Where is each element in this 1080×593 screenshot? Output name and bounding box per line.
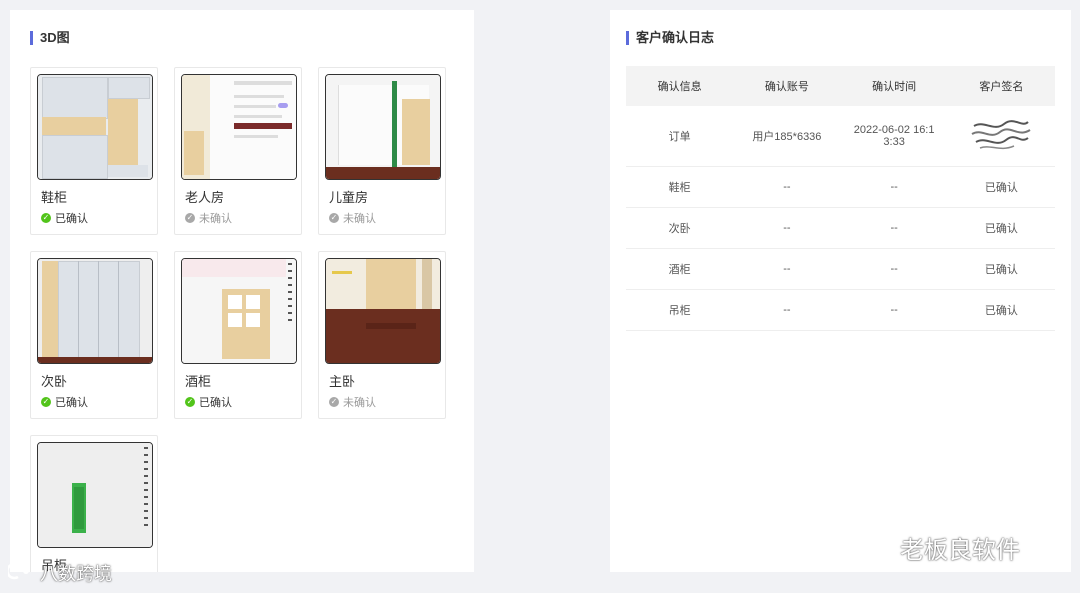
column-header: 确认信息 — [626, 66, 734, 106]
cell-signature: 已确认 — [947, 207, 1055, 249]
design-card-name: 酒柜 — [185, 374, 212, 389]
design-card-name: 老人房 — [185, 190, 225, 205]
cell-signature — [947, 106, 1055, 167]
cell-signature: 已确认 — [947, 289, 1055, 331]
column-header: 客户签名 — [947, 66, 1055, 106]
design-card-shoe-cabinet[interactable]: 鞋柜 ✓ 已确认 — [30, 67, 158, 235]
cell-signature: 已确认 — [947, 248, 1055, 290]
cell-info: 吊柜 — [626, 289, 734, 331]
design-thumbnail — [37, 74, 153, 180]
design-card-wine-cabinet[interactable]: 酒柜 ✓ 已确认 — [174, 251, 302, 419]
cell-time: 2022-06-02 16:1 3:33 — [840, 106, 948, 167]
pending-circle-icon: ✓ — [329, 397, 339, 407]
check-circle-icon: ✓ — [41, 397, 51, 407]
cell-signature: 已确认 — [947, 166, 1055, 208]
status-badge: ✓ 未确认 — [185, 213, 232, 225]
status-badge: ✓ 已确认 — [41, 397, 88, 409]
section-title-log: 客户确认日志 — [626, 30, 714, 46]
cell-account: 用户185*6336 — [733, 106, 841, 167]
design-thumbnail — [37, 442, 153, 548]
watermark-brand: 老板良软件 — [864, 530, 1020, 565]
cell-time: -- — [840, 248, 948, 290]
pending-circle-icon: ✓ — [185, 213, 195, 223]
cell-info: 鞋柜 — [626, 166, 734, 208]
design-card-elderly-room[interactable]: 老人房 ✓ 未确认 — [174, 67, 302, 235]
wechat-icon — [864, 532, 894, 563]
cell-account: -- — [733, 166, 841, 208]
design-card-kids-room[interactable]: 儿童房 ✓ 未确认 — [318, 67, 446, 235]
table-row: 吊柜 -- -- 已确认 — [626, 289, 1055, 331]
design-3d-panel: 3D图 鞋柜 ✓ 已确认 老人房 ✓ 未确认 儿童房 ✓ 未确认 次卧 ✓ 已确… — [10, 10, 474, 572]
design-card-name: 主卧 — [329, 374, 356, 389]
column-header: 确认时间 — [840, 66, 948, 106]
design-card-second-bedroom[interactable]: 次卧 ✓ 已确认 — [30, 251, 158, 419]
cell-account: -- — [733, 248, 841, 290]
status-badge: ✓ 已确认 — [41, 213, 88, 225]
logo-icon — [6, 562, 34, 585]
design-thumbnail — [181, 74, 297, 180]
table-row: 酒柜 -- -- 已确认 — [626, 248, 1055, 290]
cell-info: 次卧 — [626, 207, 734, 249]
watermark-source: 八数跨境 — [6, 560, 112, 586]
table-row: 鞋柜 -- -- 已确认 — [626, 166, 1055, 208]
table-row: 订单 用户185*6336 2022-06-02 16:1 3:33 — [626, 106, 1055, 167]
confirmation-log-panel: 客户确认日志 确认信息 确认账号 确认时间 客户签名 订单 用户185*6336… — [610, 10, 1071, 572]
design-thumbnail — [181, 258, 297, 364]
design-card-wall-cabinet[interactable]: 吊柜 — [30, 435, 158, 572]
section-title-3d: 3D图 — [30, 30, 70, 46]
design-thumbnail — [325, 74, 441, 180]
status-badge: ✓ 未确认 — [329, 213, 376, 225]
design-card-master-bedroom[interactable]: 主卧 ✓ 未确认 — [318, 251, 446, 419]
check-circle-icon: ✓ — [41, 213, 51, 223]
cell-account: -- — [733, 289, 841, 331]
signature-image — [971, 119, 1031, 149]
confirmation-log-table: 确认信息 确认账号 确认时间 客户签名 订单 用户185*6336 2022-0… — [626, 66, 1055, 331]
status-badge: ✓ 已确认 — [185, 397, 232, 409]
cell-account: -- — [733, 207, 841, 249]
design-card-name: 次卧 — [41, 374, 68, 389]
pending-circle-icon: ✓ — [329, 213, 339, 223]
design-card-name: 儿童房 — [329, 190, 369, 205]
column-header: 确认账号 — [733, 66, 841, 106]
design-thumbnail — [37, 258, 153, 364]
design-card-name: 鞋柜 — [41, 190, 68, 205]
status-badge: ✓ 未确认 — [329, 397, 376, 409]
check-circle-icon: ✓ — [185, 397, 195, 407]
cell-time: -- — [840, 207, 948, 249]
table-row: 次卧 -- -- 已确认 — [626, 207, 1055, 249]
table-header-row: 确认信息 确认账号 确认时间 客户签名 — [626, 66, 1055, 106]
cell-time: -- — [840, 289, 948, 331]
cell-info: 酒柜 — [626, 248, 734, 290]
cell-time: -- — [840, 166, 948, 208]
cell-info: 订单 — [626, 106, 734, 167]
design-thumbnail — [325, 258, 441, 364]
